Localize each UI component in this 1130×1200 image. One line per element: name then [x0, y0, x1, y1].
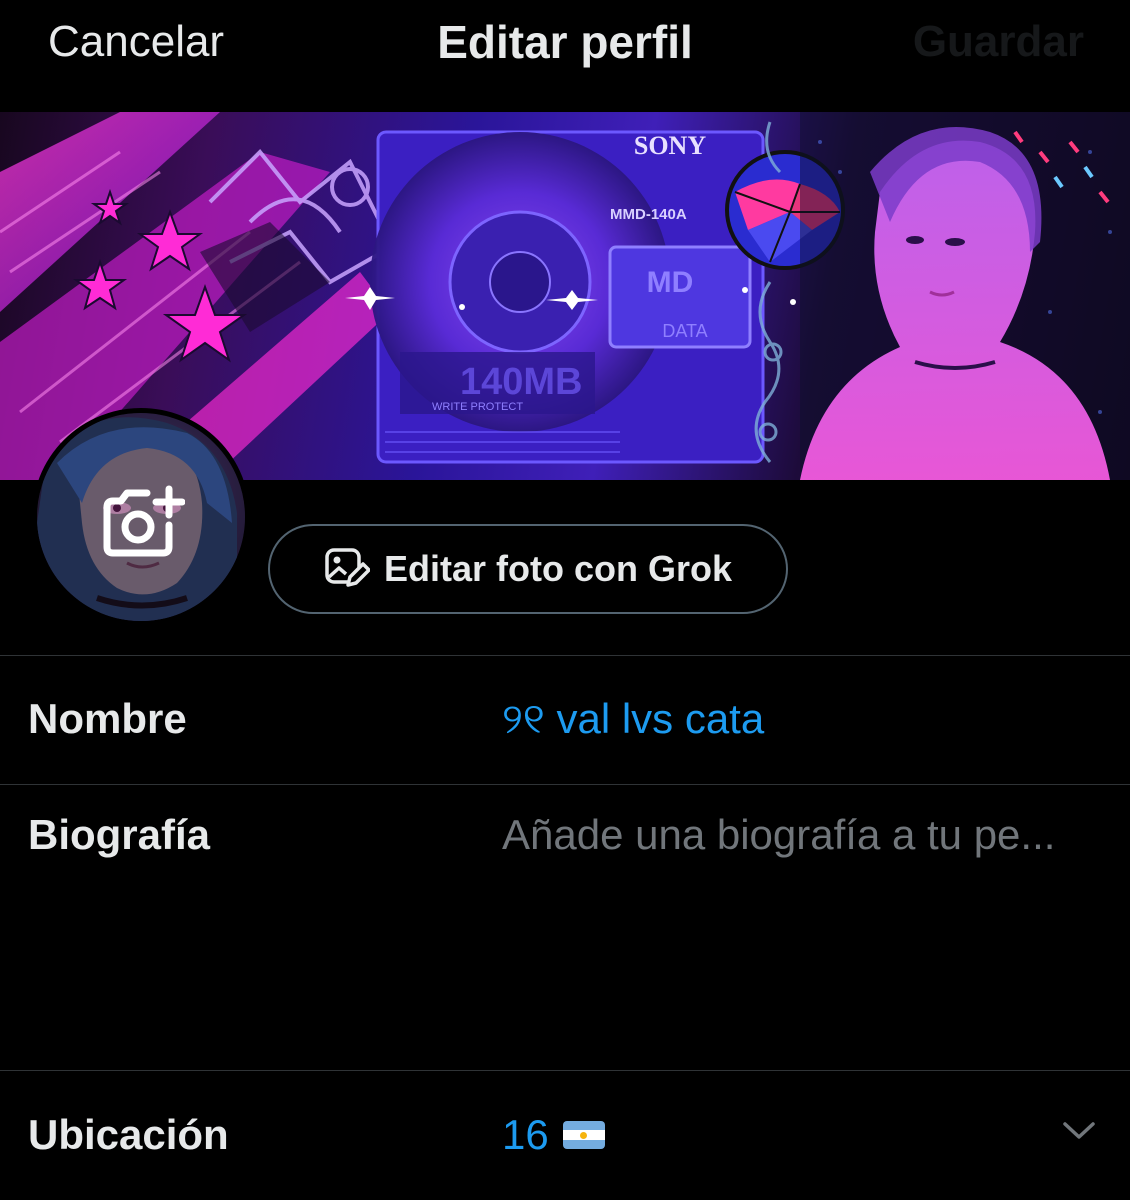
- image-edit-icon: [325, 548, 370, 587]
- disk-brand-label: SONY: [634, 131, 706, 160]
- divider: [0, 784, 1130, 785]
- disk-model-label: MMD-140A: [610, 206, 687, 223]
- divider: [0, 655, 1130, 656]
- save-button[interactable]: Guardar: [913, 14, 1084, 70]
- bio-field[interactable]: Añade una biografía a tu pe...: [502, 810, 1055, 860]
- location-field[interactable]: 16: [502, 1110, 605, 1160]
- name-label: Nombre: [28, 695, 187, 742]
- add-photo-camera-icon[interactable]: [99, 485, 185, 561]
- bio-label: Biografía: [28, 811, 211, 858]
- grok-button-label: Editar foto con Grok: [383, 548, 732, 589]
- name-field[interactable]: ୨୧ val lvs cata: [502, 694, 764, 744]
- edit-photo-grok-button[interactable]: Editar foto con Grok: [268, 524, 788, 614]
- location-label: Ubicación: [28, 1111, 229, 1158]
- disk-data-label: DATA: [662, 321, 707, 341]
- profile-avatar[interactable]: [32, 408, 250, 626]
- chevron-down-icon[interactable]: [1062, 1120, 1096, 1142]
- divider: [0, 1070, 1130, 1071]
- argentina-flag-icon: [562, 1121, 605, 1149]
- disk-capacity-label: 140MB: [460, 361, 583, 403]
- disk-protect-label: WRITE PROTECT: [432, 401, 523, 413]
- location-value: 16: [502, 1111, 549, 1158]
- top-bar: Cancelar Editar perfil Guardar: [0, 0, 1130, 112]
- disk-md-label: MD: [647, 266, 694, 299]
